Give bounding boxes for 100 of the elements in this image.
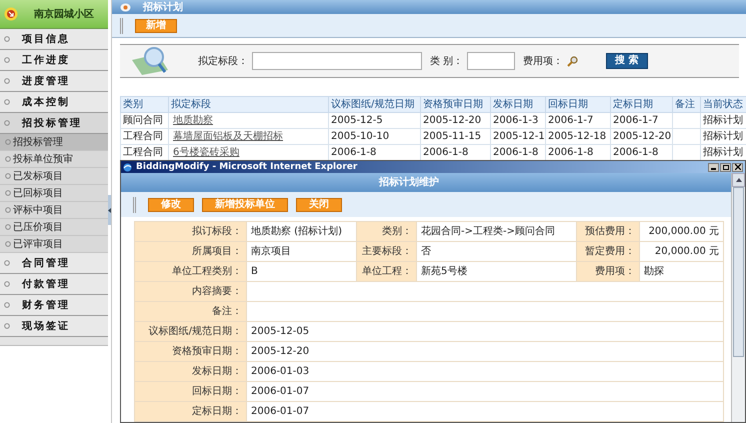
column-header: 定标日期 bbox=[610, 96, 672, 112]
bullet-icon bbox=[5, 173, 11, 179]
bullet-icon bbox=[5, 207, 11, 213]
bullet-icon bbox=[4, 302, 10, 308]
maximize-button[interactable] bbox=[720, 162, 731, 172]
column-header: 资格预审日期 bbox=[420, 96, 490, 112]
submenu-item[interactable]: 已回标项目 bbox=[0, 185, 108, 202]
submenu-item[interactable]: 已评审项目 bbox=[0, 236, 108, 253]
form-value: B bbox=[251, 266, 258, 277]
bullet-icon bbox=[4, 78, 10, 84]
section-link[interactable]: 地质勘察 bbox=[173, 115, 213, 126]
form-value: 新苑5号楼 bbox=[421, 266, 468, 277]
bullet-icon bbox=[4, 57, 10, 63]
form-value: 勘探 bbox=[644, 266, 664, 277]
column-header: 类别 bbox=[120, 96, 168, 112]
bullet-icon bbox=[4, 36, 10, 42]
submenu-item[interactable]: 已压价项目 bbox=[0, 219, 108, 236]
submenu-item[interactable]: 已发标项目 bbox=[0, 168, 108, 185]
table-cell: 2006-1-8 bbox=[548, 147, 594, 158]
form-label: 内容摘要： bbox=[192, 286, 242, 297]
field-label: 费用项： bbox=[523, 54, 564, 68]
logo-icon bbox=[4, 7, 18, 21]
form-label: 单位工程类别： bbox=[172, 266, 242, 277]
search-button[interactable]: 搜 索 bbox=[606, 53, 648, 69]
minimize-icon bbox=[711, 168, 716, 170]
form-label: 拟订标段： bbox=[192, 226, 242, 237]
search-field[interactable] bbox=[252, 52, 422, 70]
table-cell: 2005-12-20 bbox=[613, 131, 672, 142]
table-cell: 工程合同 bbox=[123, 147, 163, 158]
scroll-up-icon bbox=[736, 178, 742, 182]
form-value: 20,000.00 元 bbox=[654, 246, 719, 257]
form-value: 2006-01-07 bbox=[251, 406, 310, 417]
field-label: 类 别： bbox=[430, 54, 464, 68]
form-label: 所属项目： bbox=[192, 246, 242, 257]
title-icon bbox=[120, 2, 131, 12]
form-label: 类别： bbox=[382, 226, 412, 237]
form-value: 2006-01-07 bbox=[251, 386, 310, 397]
table-cell: 招标计划 bbox=[703, 115, 743, 126]
menu-item[interactable]: 成本控制 bbox=[0, 92, 108, 113]
close-button[interactable] bbox=[732, 162, 743, 172]
menu-item[interactable]: 工作进度 bbox=[0, 50, 108, 71]
form-value: 南京项目 bbox=[251, 246, 291, 257]
column-header: 拟定标段 bbox=[168, 96, 328, 112]
table-cell: 2006-1-8 bbox=[423, 147, 468, 158]
menu-item[interactable]: 合同管理 bbox=[0, 253, 108, 274]
table-cell: 工程合同 bbox=[123, 131, 163, 142]
scroll-thumb[interactable] bbox=[733, 187, 744, 357]
bullet-icon bbox=[4, 99, 10, 105]
form-label: 预估费用： bbox=[585, 226, 635, 237]
form-value: 2006-01-03 bbox=[251, 366, 310, 377]
column-header: 发标日期 bbox=[490, 96, 546, 112]
scrollbar[interactable] bbox=[731, 173, 745, 422]
form-label: 费用项： bbox=[595, 266, 635, 277]
maximize-icon bbox=[722, 164, 728, 170]
browser-icon bbox=[123, 162, 132, 172]
submenu-item[interactable]: 招投标管理 bbox=[0, 134, 108, 151]
category-field[interactable] bbox=[467, 52, 516, 70]
bullet-icon bbox=[4, 323, 10, 329]
bullet-icon bbox=[5, 190, 11, 196]
table-cell: 招标计划 bbox=[703, 147, 743, 158]
form-value: 2005-12-20 bbox=[251, 346, 310, 357]
bullet-icon bbox=[5, 241, 11, 247]
collapse-handle[interactable] bbox=[108, 195, 111, 225]
table-cell: 2006-1-8 bbox=[613, 147, 658, 158]
menu-item[interactable]: 付款管理 bbox=[0, 274, 108, 295]
table-cell: 招标计划 bbox=[703, 131, 743, 142]
bullet-icon bbox=[4, 120, 10, 126]
menu-item[interactable]: 进度管理 bbox=[0, 71, 108, 92]
column-header: 回标日期 bbox=[546, 96, 610, 112]
search-icon[interactable] bbox=[567, 56, 578, 66]
table-cell: 2006-1-7 bbox=[548, 115, 594, 126]
bullet-icon bbox=[5, 139, 11, 145]
bullet-icon bbox=[4, 281, 10, 287]
table-cell: 2005-12-20 bbox=[423, 115, 482, 126]
form-value: 花园合同->工程类->顾问合同 bbox=[421, 226, 555, 237]
bullet-icon bbox=[4, 260, 10, 266]
menu-item[interactable]: 财务管理 bbox=[0, 295, 108, 316]
field-label: 拟定标段： bbox=[198, 54, 248, 68]
table-cell: 2005-11-15 bbox=[423, 131, 482, 142]
menu-item[interactable]: 项目信息 bbox=[0, 29, 108, 50]
form-value: 否 bbox=[421, 246, 431, 257]
table-cell: 2006-1-3 bbox=[493, 115, 538, 126]
submenu-item[interactable]: 投标单位预审 bbox=[0, 151, 108, 168]
table-cell: 2005-12-1 bbox=[493, 131, 545, 142]
table-cell: 顾问合同 bbox=[123, 115, 163, 126]
table-cell: 2005-12-18 bbox=[548, 131, 606, 142]
form-label: 暂定费用： bbox=[585, 246, 635, 257]
menu-item[interactable]: 现场签证 bbox=[0, 316, 108, 337]
table-cell: 2005-10-10 bbox=[331, 131, 390, 142]
form-value: 2005-12-05 bbox=[251, 326, 310, 337]
site-title: 南京园城小区 bbox=[34, 7, 94, 22]
form-label: 回标日期： bbox=[192, 386, 242, 397]
table-cell: 2006-1-7 bbox=[613, 115, 658, 126]
menu-item[interactable]: 招投标管理 bbox=[0, 113, 108, 134]
form-label: 议标图纸/规范日期： bbox=[148, 326, 242, 337]
minimize-button[interactable] bbox=[708, 162, 719, 172]
table-cell: 2006-1-8 bbox=[493, 147, 538, 158]
form-value: 地质勘察 (招标计划) bbox=[251, 226, 342, 237]
submenu-item[interactable]: 评标中项目 bbox=[0, 202, 108, 219]
form-label: 备注： bbox=[212, 306, 242, 317]
